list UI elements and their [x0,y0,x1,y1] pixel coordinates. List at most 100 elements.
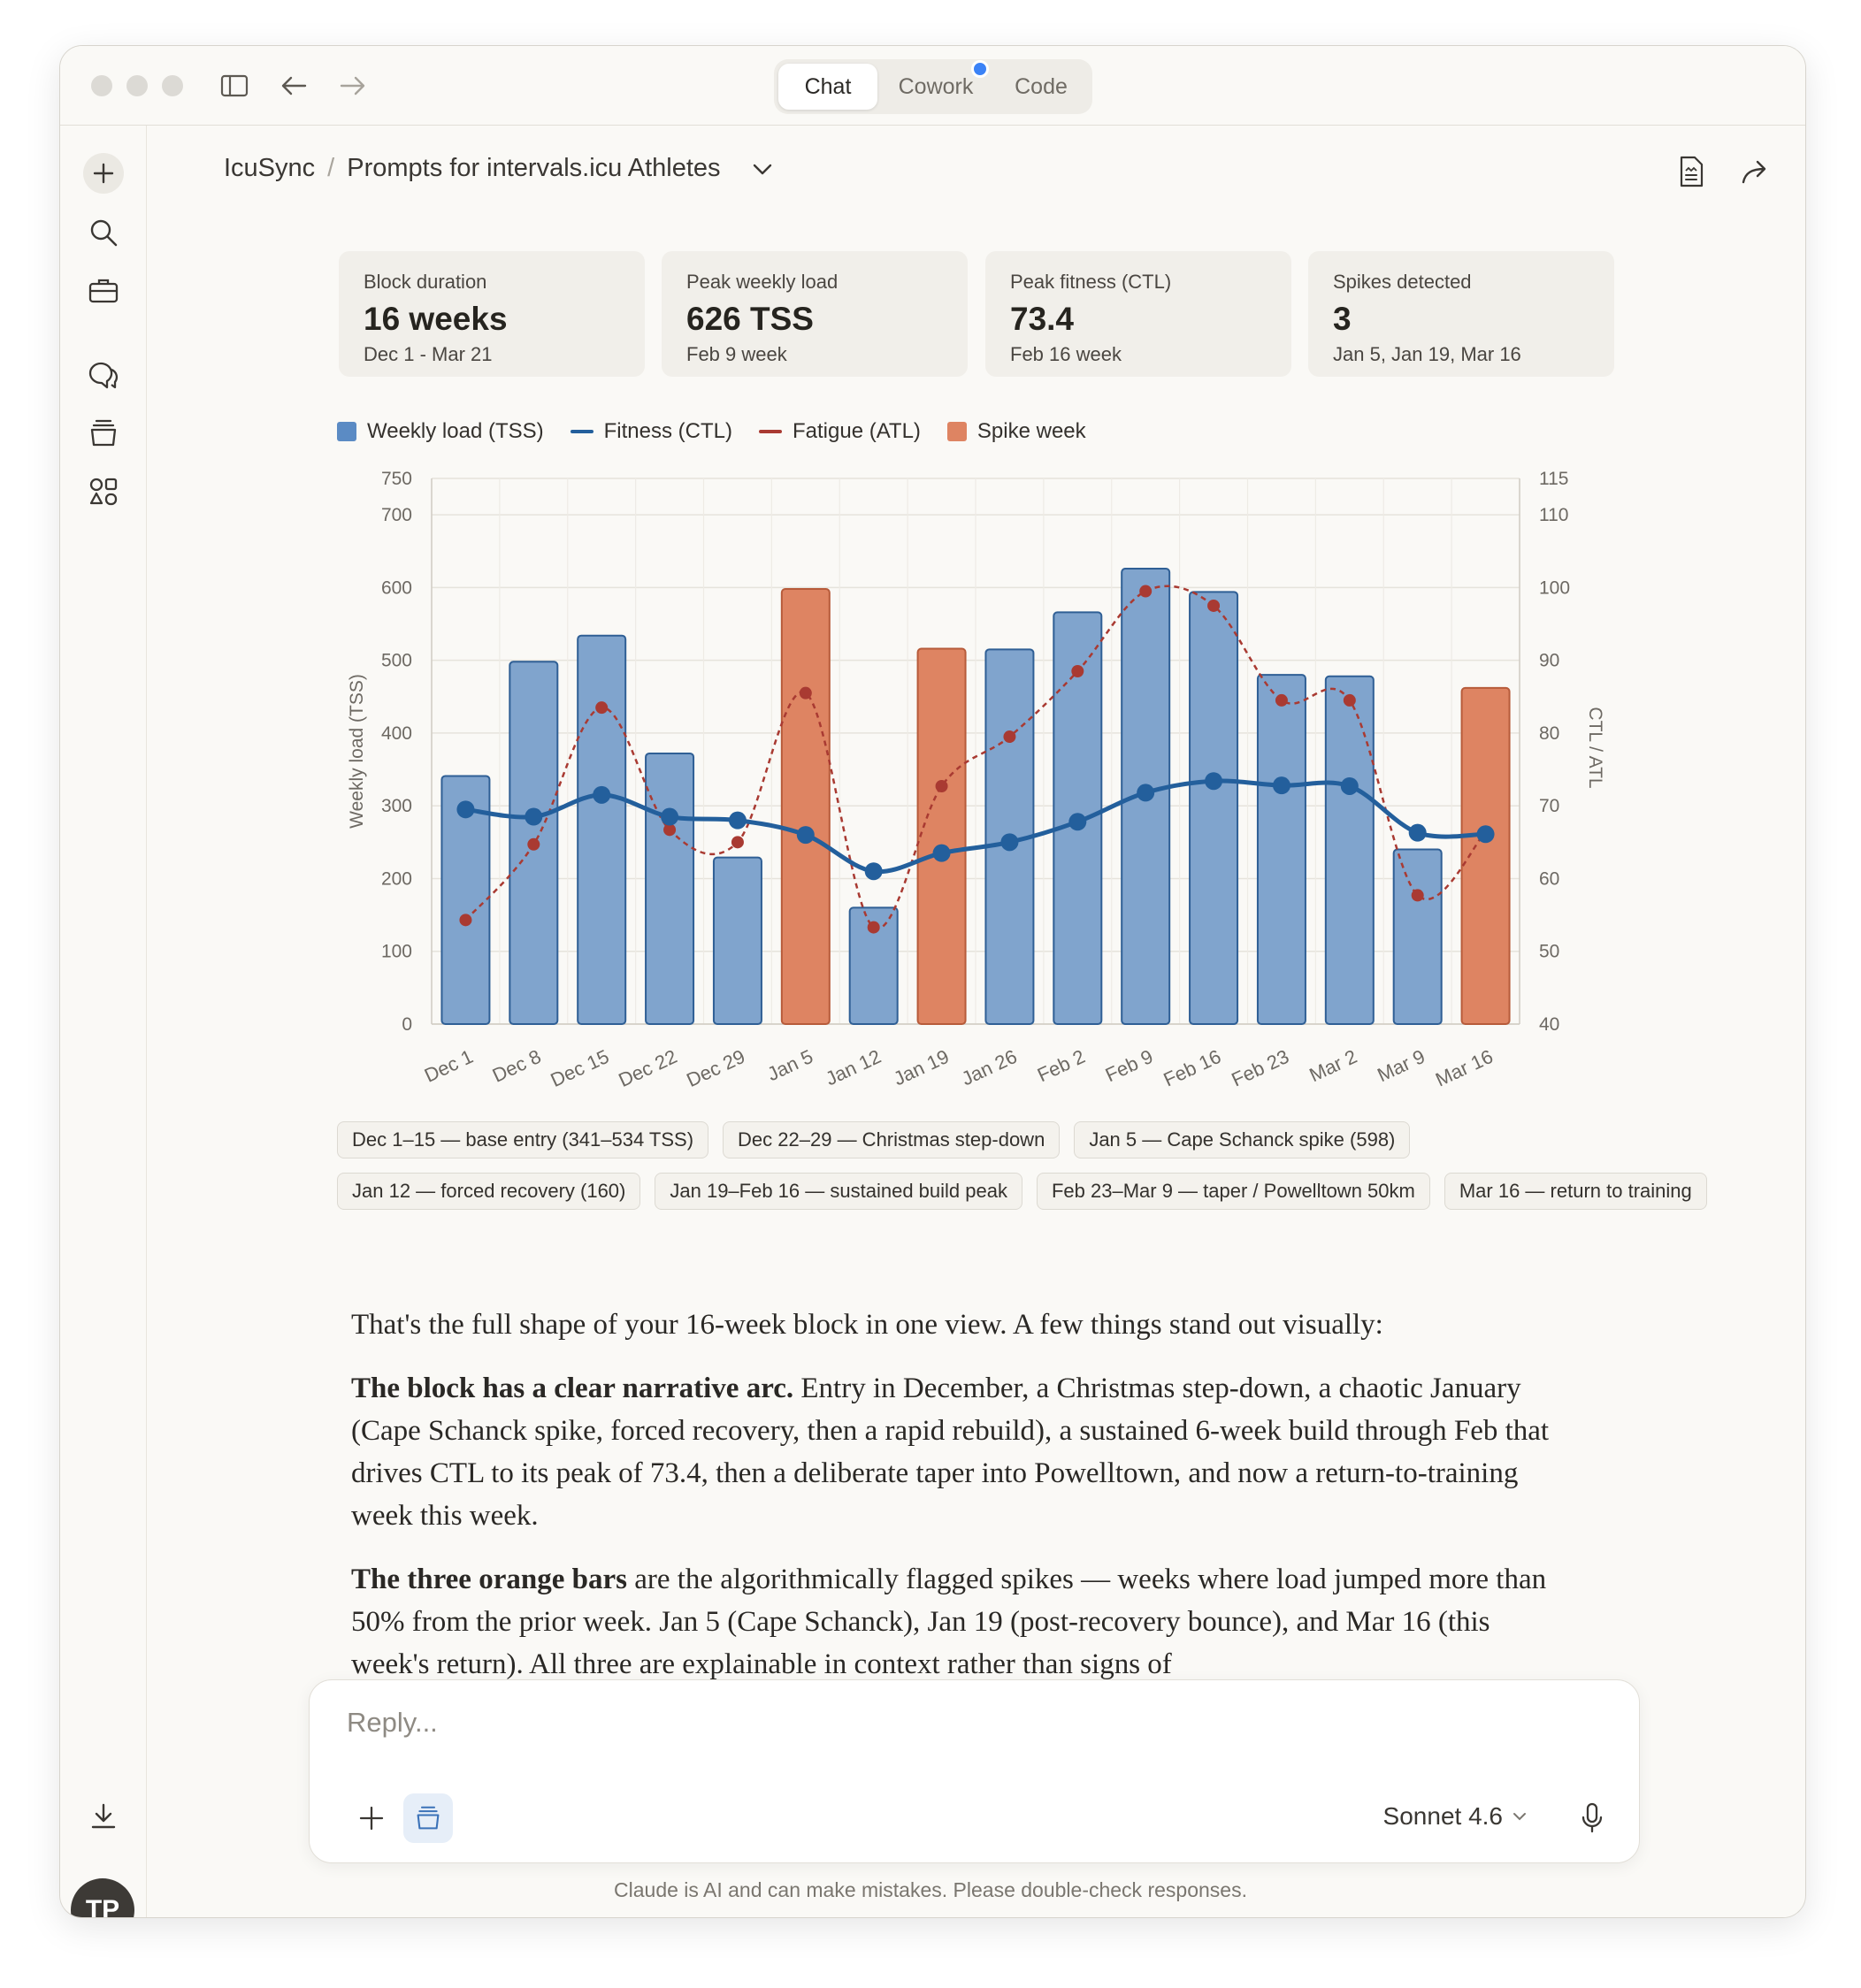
x-tick-label: Feb 16 [1160,1045,1225,1091]
y2-tick-label: 115 [1539,469,1568,489]
ctl-point [932,844,951,862]
atl-point [1411,889,1424,902]
message-paragraph: The three orange bars are the algorithmi… [351,1558,1554,1684]
chevron-down-icon [1513,1813,1526,1821]
project-context-icon[interactable] [403,1793,453,1843]
assistant-message: That's the full shape of your 16-week bl… [351,1304,1554,1684]
y-tick-label: 300 [381,796,412,816]
ctl-point [593,785,611,804]
spike-bar [780,588,831,1026]
annotation-chip: Feb 23–Mar 9 — taper / Powelltown 50km [1036,1173,1430,1210]
y2-axis-title: CTL / ATL [1585,707,1605,788]
model-selector[interactable]: Sonnet 4.6 [1383,1802,1528,1831]
atl-point [867,921,880,934]
atl-point [1139,585,1153,598]
y-tick-label: 700 [381,505,412,525]
atl-point [459,914,472,927]
y2-tick-label: 40 [1539,1014,1559,1035]
y-tick-label: 100 [381,942,412,962]
ctl-point [1205,772,1223,791]
ctl-point [728,811,747,830]
x-tick-label: Dec 22 [615,1045,680,1091]
composer: Reply... Sonnet 4.6 [309,1679,1640,1863]
annotation-chip: Jan 5 — Cape Schanck spike (598) [1074,1121,1411,1158]
ctl-point [525,807,543,826]
y-tick-label: 200 [381,868,412,889]
atl-point [1207,599,1221,612]
y-tick-label: 600 [381,577,412,598]
y2-tick-label: 80 [1539,723,1559,744]
x-tick-label: Dec 8 [489,1045,545,1087]
download-icon[interactable] [82,1795,125,1838]
atl-point [1275,693,1288,707]
disclaimer: Claude is AI and can make mistakes. Plea… [614,1878,1247,1901]
x-tick-label: Jan 12 [822,1045,884,1090]
atl-point [731,836,744,849]
ctl-point [796,826,815,845]
x-tick-label: Feb 2 [1034,1045,1089,1086]
y-tick-label: 500 [381,651,412,671]
y-tick-label: 0 [402,1014,412,1035]
x-tick-label: Jan 26 [958,1045,1020,1090]
message-paragraph: The block has a clear narrative arc. Ent… [351,1367,1554,1537]
spike-bar [916,647,967,1026]
x-tick-label: Dec 29 [683,1045,748,1091]
load-bar [1324,675,1375,1025]
x-tick-label: Dec 15 [548,1045,613,1091]
load-bar [712,856,762,1025]
atl-point [935,779,948,792]
message-paragraph: That's the full shape of your 16-week bl… [351,1309,1383,1341]
y2-tick-label: 90 [1539,651,1559,671]
ctl-point [864,862,883,881]
message-bold: The three orange bars [351,1564,627,1595]
reply-input[interactable]: Reply... [347,1707,438,1739]
load-bar [1189,591,1239,1025]
atl-point [1003,730,1016,744]
annotation-chip: Mar 16 — return to training [1444,1173,1707,1210]
ctl-point [1137,784,1155,802]
x-tick-label: Dec 1 [421,1045,477,1087]
load-bar [645,752,695,1026]
ctl-point [1068,813,1087,831]
x-tick-label: Jan 19 [890,1045,952,1090]
x-tick-label: Feb 9 [1102,1045,1157,1086]
y-tick-label: 750 [381,469,412,489]
y2-tick-label: 70 [1539,796,1559,816]
atl-point [799,686,812,700]
y2-tick-label: 110 [1539,505,1568,525]
annotation-chip: Jan 19–Feb 16 — sustained build peak [655,1173,1022,1210]
y2-tick-label: 100 [1539,577,1570,598]
attach-plus-icon[interactable] [347,1793,396,1843]
annotation-chip: Dec 1–15 — base entry (341–534 TSS) [337,1121,709,1158]
ctl-point [1340,776,1359,795]
ctl-point [1476,825,1495,844]
atl-point [595,701,609,715]
training-load-chart: 0 100 200 300 400 500 600 700 750 40 50 60 70 80 90 100… [347,469,1605,1091]
ctl-point [1272,776,1290,795]
load-bar [577,634,627,1025]
x-tick-label: Mar 16 [1432,1045,1497,1091]
annotation-chip: Dec 22–29 — Christmas step-down [723,1121,1061,1158]
atl-point [1343,693,1356,707]
atl-point [527,837,540,851]
atl-point [1071,665,1084,678]
ctl-point [1408,823,1427,842]
x-tick-label: Feb 23 [1228,1045,1292,1091]
load-bar [1256,674,1306,1025]
microphone-icon[interactable] [1567,1793,1617,1843]
ctl-point [1000,833,1019,852]
x-tick-label: Mar 9 [1374,1045,1428,1086]
y2-tick-label: 50 [1539,942,1559,962]
ctl-point [661,807,679,826]
annotation-chip: Jan 12 — forced recovery (160) [337,1173,641,1210]
ctl-point [456,800,475,819]
y-tick-label: 400 [381,723,412,744]
model-name: Sonnet 4.6 [1382,1802,1503,1830]
load-bar [1392,848,1443,1025]
y2-tick-label: 60 [1539,868,1559,889]
x-tick-label: Mar 2 [1306,1045,1360,1086]
y-axis-title: Weekly load (TSS) [347,674,367,829]
x-tick-label: Jan 5 [764,1045,816,1085]
annotation-chips: Dec 1–15 — base entry (341–534 TSS) Dec … [337,1121,1717,1210]
message-bold: The block has a clear narrative arc. [351,1372,794,1404]
